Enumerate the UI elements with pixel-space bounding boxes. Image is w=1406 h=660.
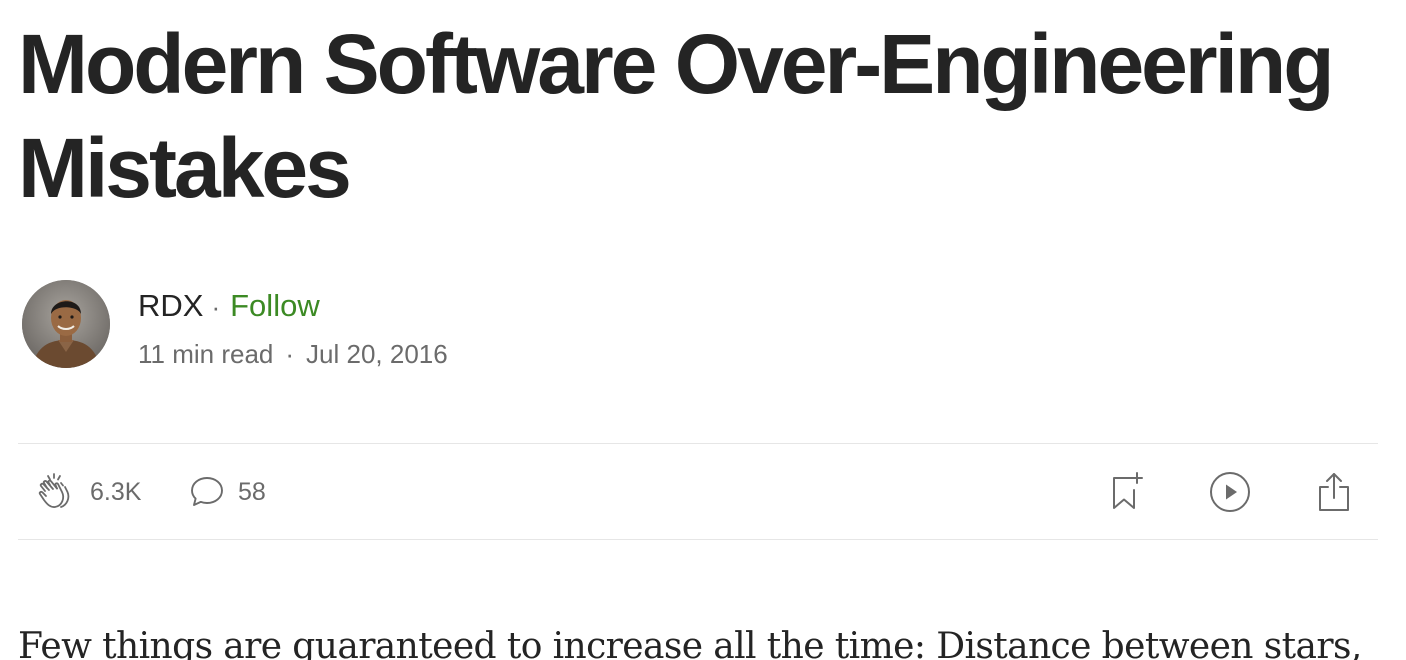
article-meta: 11 min read · Jul 20, 2016: [138, 338, 448, 370]
share-button[interactable]: [1314, 446, 1354, 538]
clap-count: 6.3K: [90, 477, 142, 506]
share-icon: [1314, 470, 1354, 514]
read-time: 11 min read: [138, 339, 274, 369]
article-body-first-line: Few things are guaranteed to increase al…: [18, 626, 1362, 660]
clap-icon: [36, 471, 78, 513]
publish-date: Jul 20, 2016: [306, 339, 448, 369]
bookmark-add-icon: [1106, 470, 1146, 514]
clap-button[interactable]: 6.3K: [36, 446, 141, 538]
author-line: RDX · Follow: [138, 286, 320, 327]
article-title: Modern Software Over-Engineering Mistake…: [18, 17, 1335, 215]
author-avatar[interactable]: [22, 280, 110, 368]
avatar-image: [22, 280, 110, 368]
divider-bottom: [18, 539, 1378, 540]
listen-button[interactable]: [1208, 446, 1252, 538]
comment-count: 58: [238, 477, 266, 506]
meta-separator: ·: [285, 339, 295, 369]
divider-top: [18, 443, 1378, 444]
separator-dot: ·: [211, 292, 221, 322]
author-byline: RDX · Follow 11 min read · Jul 20, 2016: [22, 280, 722, 370]
comment-icon: [188, 473, 226, 511]
author-name[interactable]: RDX: [138, 288, 203, 323]
comment-button[interactable]: 58: [188, 446, 266, 538]
save-bookmark-button[interactable]: [1106, 446, 1146, 538]
follow-button[interactable]: Follow: [230, 288, 320, 323]
play-icon: [1208, 470, 1252, 514]
action-bar: 6.3K 58: [18, 446, 1378, 538]
